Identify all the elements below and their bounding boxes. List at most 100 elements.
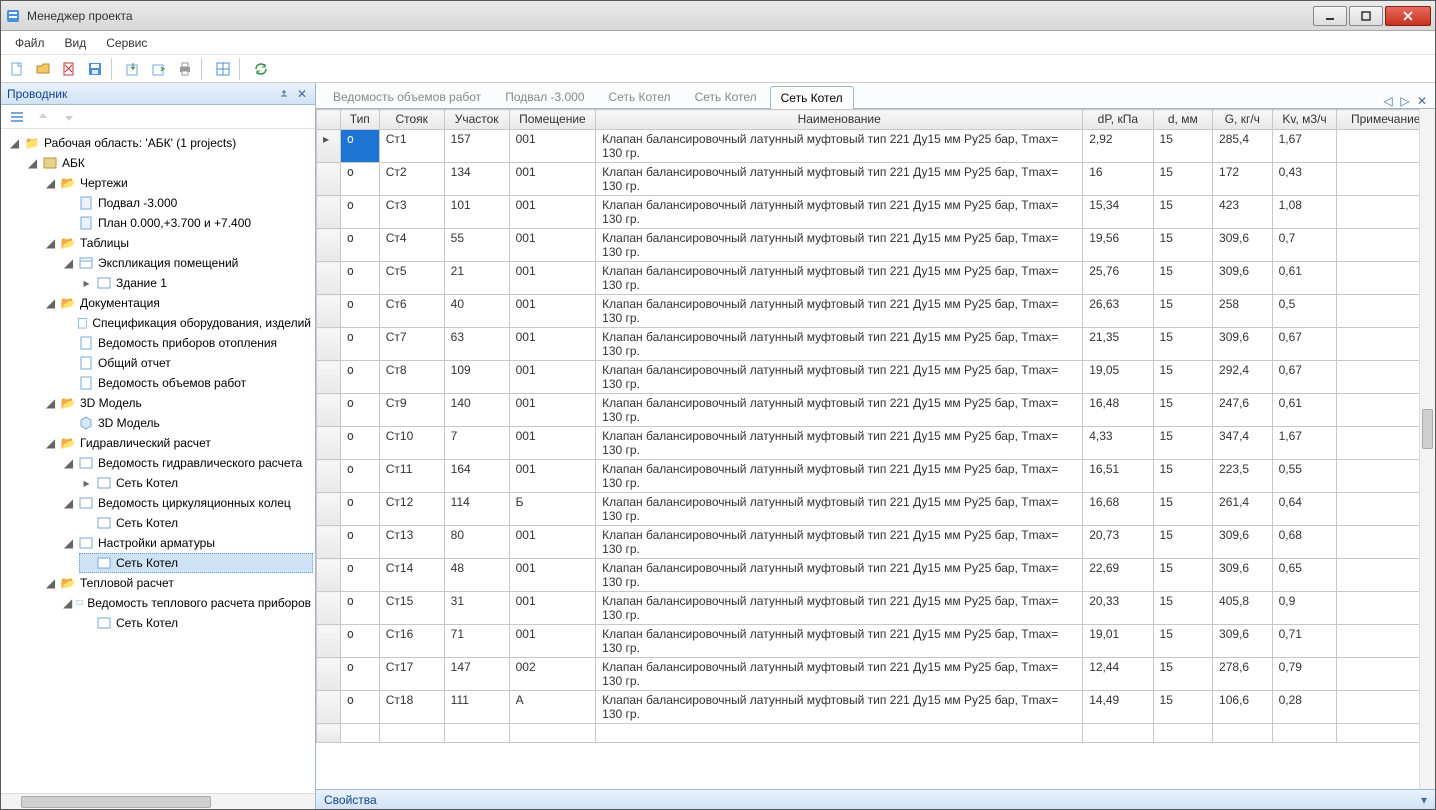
column-header[interactable]: Помещение (509, 110, 596, 130)
cell-d[interactable]: 15 (1153, 592, 1213, 625)
cell-name[interactable]: Клапан балансировочный латунный муфтовый… (596, 427, 1083, 460)
cell-room[interactable]: 001 (509, 427, 596, 460)
cell-dp[interactable]: 12,44 (1083, 658, 1153, 691)
cell-riser[interactable]: Ст12 (379, 493, 444, 526)
cell-marker[interactable] (317, 295, 341, 328)
cell-room[interactable]: 001 (509, 196, 596, 229)
expander-icon[interactable]: ▸ (81, 478, 92, 489)
cell-room[interactable]: 001 (509, 328, 596, 361)
cell-riser[interactable]: Ст7 (379, 328, 444, 361)
cell-type[interactable]: o (340, 658, 379, 691)
tree-node-building1[interactable]: Здание 1 (116, 274, 167, 292)
cell-section[interactable]: 109 (444, 361, 509, 394)
tree-node-abk[interactable]: АБК (62, 154, 85, 172)
cell-marker[interactable] (317, 559, 341, 592)
cell-type[interactable]: o (340, 691, 379, 724)
chevron-down-icon[interactable]: ▾ (1421, 793, 1427, 807)
cell-marker[interactable] (317, 163, 341, 196)
cell-kv[interactable]: 0,67 (1272, 361, 1337, 394)
cell-name[interactable]: Клапан балансировочный латунный муфтовый… (596, 460, 1083, 493)
tree-root[interactable]: Рабочая область: 'АБК' (1 projects) (44, 134, 236, 152)
column-header[interactable]: Тип (340, 110, 379, 130)
pin-icon[interactable] (277, 87, 291, 101)
cell-d[interactable]: 15 (1153, 460, 1213, 493)
cell-name[interactable]: Клапан балансировочный латунный муфтовый… (596, 559, 1083, 592)
cell-dp[interactable]: 20,33 (1083, 592, 1153, 625)
scrollbar-thumb[interactable] (21, 796, 211, 808)
cell-riser[interactable]: Ст6 (379, 295, 444, 328)
tree-node-heating[interactable]: Ведомость приборов отопления (98, 334, 277, 352)
tool-refresh[interactable] (249, 58, 273, 80)
cell-room[interactable]: 001 (509, 295, 596, 328)
cell-dp[interactable]: 16,48 (1083, 394, 1153, 427)
tree-node-documentation[interactable]: Документация (80, 294, 160, 312)
cell-dp[interactable]: 4,33 (1083, 427, 1153, 460)
cell-kv[interactable]: 0,68 (1272, 526, 1337, 559)
cell-g[interactable]: 309,6 (1213, 625, 1273, 658)
cell-type[interactable]: o (340, 625, 379, 658)
tool-print[interactable] (173, 58, 197, 80)
cell-type[interactable]: o (340, 163, 379, 196)
table-row[interactable]: oСт17147002Клапан балансировочный латунн… (317, 658, 1435, 691)
cell-name[interactable]: Клапан балансировочный латунный муфтовый… (596, 526, 1083, 559)
cell-section[interactable]: 7 (444, 427, 509, 460)
cell-d[interactable]: 15 (1153, 262, 1213, 295)
tree-node-boiler4[interactable]: Сеть Котел (116, 614, 178, 632)
table-row[interactable]: oСт455001Клапан балансировочный латунный… (317, 229, 1435, 262)
cell-room[interactable]: 001 (509, 229, 596, 262)
cell-d[interactable]: 15 (1153, 163, 1213, 196)
cell-kv[interactable]: 0,7 (1272, 229, 1337, 262)
cell-section[interactable]: 164 (444, 460, 509, 493)
column-header[interactable]: Стояк (379, 110, 444, 130)
cell-kv[interactable]: 0,61 (1272, 262, 1337, 295)
cell-room[interactable]: 001 (509, 592, 596, 625)
cell-d[interactable]: 15 (1153, 559, 1213, 592)
cell-section[interactable]: 147 (444, 658, 509, 691)
cell-marker[interactable] (317, 625, 341, 658)
cell-dp[interactable]: 21,35 (1083, 328, 1153, 361)
cell-type[interactable]: o (340, 394, 379, 427)
cell-name[interactable]: Клапан балансировочный латунный муфтовый… (596, 163, 1083, 196)
cell-section[interactable]: 101 (444, 196, 509, 229)
cell-g[interactable]: 247,6 (1213, 394, 1273, 427)
tree-node-circ[interactable]: Ведомость циркуляционных колец (98, 494, 291, 512)
cell-name[interactable]: Клапан балансировочный латунный муфтовый… (596, 229, 1083, 262)
table-row[interactable]: oСт3101001Клапан балансировочный латунны… (317, 196, 1435, 229)
cell-name[interactable]: Клапан балансировочный латунный муфтовый… (596, 625, 1083, 658)
tree-node-tables[interactable]: Таблицы (80, 234, 129, 252)
project-tree[interactable]: ◢📁Рабочая область: 'АБК' (1 projects) ◢А… (1, 129, 315, 793)
cell-name[interactable]: Клапан балансировочный латунный муфтовый… (596, 592, 1083, 625)
column-header[interactable]: Наименование (596, 110, 1083, 130)
cell-type[interactable]: o (340, 493, 379, 526)
cell-type[interactable]: o (340, 592, 379, 625)
table-row[interactable]: oСт1671001Клапан балансировочный латунны… (317, 625, 1435, 658)
doc-tab[interactable]: Сеть Котел (684, 85, 768, 108)
tool-detail-view[interactable] (5, 106, 29, 128)
cell-name[interactable]: Клапан балансировочный латунный муфтовый… (596, 196, 1083, 229)
cell-riser[interactable]: Ст3 (379, 196, 444, 229)
tree-node-explication[interactable]: Экспликация помещений (98, 254, 238, 272)
cell-g[interactable]: 172 (1213, 163, 1273, 196)
cell-room[interactable]: Б (509, 493, 596, 526)
cell-name[interactable]: Клапан балансировочный латунный муфтовый… (596, 130, 1083, 163)
cell-d[interactable]: 15 (1153, 526, 1213, 559)
cell-d[interactable]: 15 (1153, 328, 1213, 361)
cell-g[interactable]: 309,6 (1213, 526, 1273, 559)
expander-icon[interactable]: ◢ (9, 138, 20, 149)
cell-marker[interactable] (317, 427, 341, 460)
expander-icon[interactable]: ◢ (45, 238, 56, 249)
tree-node-3dmodel-folder[interactable]: 3D Модель (80, 394, 142, 412)
cell-g[interactable]: 309,6 (1213, 328, 1273, 361)
cell-type[interactable]: o (340, 262, 379, 295)
cell-marker[interactable] (317, 460, 341, 493)
table-row[interactable]: oСт2134001Клапан балансировочный латунны… (317, 163, 1435, 196)
cell-riser[interactable]: Ст10 (379, 427, 444, 460)
tree-node-3dmodel[interactable]: 3D Модель (98, 414, 160, 432)
table-row[interactable]: oСт1531001Клапан балансировочный латунны… (317, 592, 1435, 625)
table-row[interactable]: oСт763001Клапан балансировочный латунный… (317, 328, 1435, 361)
cell-marker[interactable] (317, 262, 341, 295)
cell-dp[interactable]: 20,73 (1083, 526, 1153, 559)
column-header[interactable]: Участок (444, 110, 509, 130)
cell-g[interactable]: 309,6 (1213, 262, 1273, 295)
expander-icon[interactable]: ◢ (63, 458, 74, 469)
